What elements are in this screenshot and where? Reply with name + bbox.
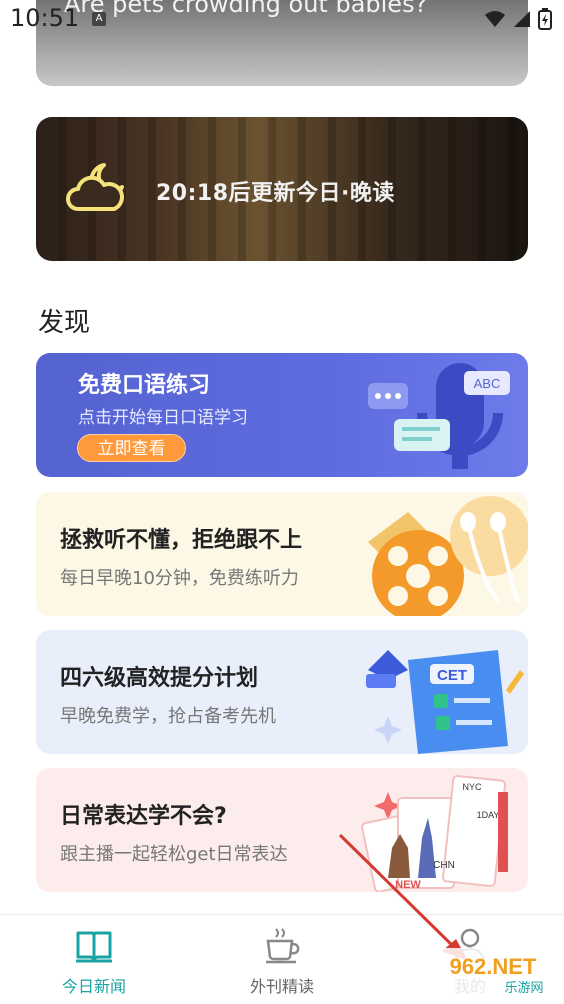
view-now-button[interactable]: 立即查看 — [77, 434, 186, 462]
notification-icon: A — [92, 12, 106, 26]
card-subtitle: 每日早晚10分钟，免费练听力 — [60, 568, 299, 589]
status-bar: 10:51 A — [0, 0, 564, 40]
status-icons — [484, 8, 552, 30]
nav-item-foreign-reading[interactable]: 外刊精读 — [222, 925, 342, 997]
site-watermark: 962.NET 乐游网 — [428, 948, 558, 998]
ticket-text-nyc: NYC — [462, 782, 482, 792]
watermark-sub: 乐游网 — [504, 981, 543, 996]
card-subtitle: 早晚免费学，抢占备考先机 — [60, 706, 276, 727]
coffee-icon — [266, 928, 300, 964]
watermark-brand: 962.NET — [450, 954, 537, 979]
cet-plan-card[interactable]: 四六级高效提分计划 早晚免费学，抢占备考先机 CET — [36, 630, 528, 754]
listening-card[interactable]: 拯救听不懂，拒绝跟不上 每日早晚10分钟，免费练听力 — [36, 492, 528, 616]
status-time: 10:51 — [10, 4, 80, 32]
signal-icon — [514, 11, 530, 27]
book-icon — [76, 931, 112, 963]
card-title: 四六级高效提分计划 — [60, 666, 259, 691]
nav-label: 外刊精读 — [249, 977, 314, 996]
cloud-moon-icon — [66, 163, 124, 211]
ticket-text-1day: 1DAY — [477, 810, 500, 820]
evening-read-banner[interactable]: 20:18后更新今日·晚读 — [36, 117, 528, 261]
card-subtitle: 跟主播一起轻松get日常表达 — [60, 844, 288, 865]
discover-title: 发现 — [38, 308, 91, 338]
evening-read-text: 20:18后更新今日·晚读 — [156, 181, 395, 206]
card-title: 日常表达学不会? — [60, 804, 227, 829]
speaking-practice-card[interactable]: 免费口语练习 点击开始每日口语学习 立即查看 ABC — [36, 353, 528, 477]
microphone-illustration: ABC — [368, 363, 510, 469]
wifi-icon — [485, 11, 505, 27]
nav-label: 今日新闻 — [61, 977, 126, 996]
cet-checklist-illustration: CET — [366, 650, 524, 754]
art-text: ABC — [474, 376, 501, 391]
film-reel-illustration — [368, 496, 528, 616]
card-title: 拯救听不懂，拒绝跟不上 — [60, 528, 303, 553]
nav-item-today-news[interactable]: 今日新闻 — [34, 925, 154, 997]
card-title: 免费口语练习 — [78, 373, 211, 398]
art-text: CET — [437, 667, 467, 684]
card-subtitle: 点击开始每日口语学习 — [78, 408, 248, 428]
battery-icon — [538, 8, 552, 30]
